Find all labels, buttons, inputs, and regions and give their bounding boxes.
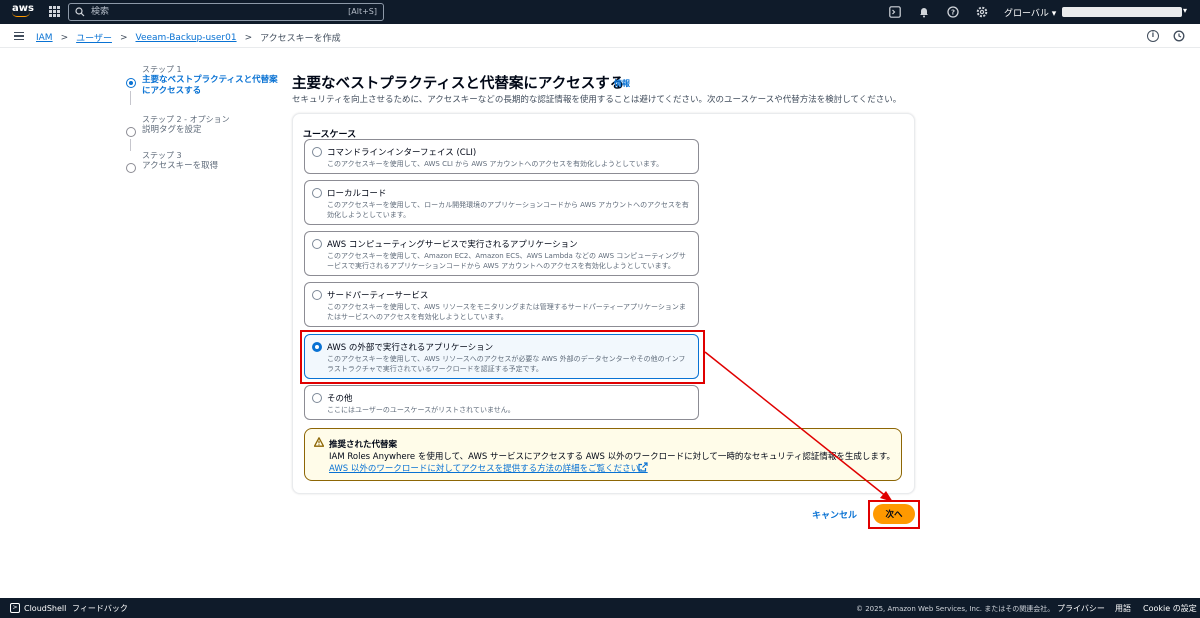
breadcrumb-current: アクセスキーを作成 [260, 34, 341, 44]
radio-button-selected[interactable] [312, 342, 322, 352]
account-menu[interactable] [1062, 7, 1182, 17]
svg-text:?: ? [951, 9, 955, 17]
radio-button[interactable] [312, 393, 322, 403]
chevron-right-icon: > [244, 32, 253, 43]
usecase-option-cli[interactable]: コマンドラインインターフェイス (CLI) このアクセスキーを使用して、AWS … [304, 139, 699, 174]
option-description: このアクセスキーを使用して、AWS リソースをモニタリングまたは管理するサードパ… [327, 303, 686, 321]
search-input[interactable] [91, 5, 331, 19]
footer: > CloudShell フィードバック © 2025, Amazon Web … [0, 598, 1200, 618]
terminal-icon: > [10, 603, 20, 613]
alert-body: IAM Roles Anywhere を使用して、AWS サービスにアクセスする… [329, 452, 896, 462]
recommended-alternative-alert: 推奨された代替案 IAM Roles Anywhere を使用して、AWS サー… [304, 428, 902, 481]
search-box[interactable]: [Alt+S] [68, 3, 384, 21]
account-caret-icon[interactable]: ▾ [1183, 6, 1187, 15]
aws-logo[interactable]: aws [12, 4, 34, 20]
copyright-text: © 2025, Amazon Web Services, Inc. またはその関… [856, 605, 1055, 613]
page-description: セキュリティを向上させるために、アクセスキーなどの長期的な認証情報を使用すること… [292, 95, 902, 105]
usecase-option-other[interactable]: その他 ここにはユーザーのユースケースがリストされていません。 [304, 385, 699, 420]
alert-link[interactable]: AWS 以外のワークロードに対してアクセスを提供する方法の詳細をご覧ください。 [329, 462, 648, 474]
radio-button[interactable] [312, 188, 322, 198]
wizard-steps: ステップ 1 主要なベストプラクティスと代替案にアクセスする ステップ 2 - … [124, 64, 284, 186]
step-number: ステップ 2 - オプション [142, 115, 230, 124]
region-selector[interactable]: グローバル ▾ [1004, 6, 1056, 19]
option-title: その他 [327, 394, 353, 404]
step-indicator-active [126, 78, 136, 88]
page-title: 主要なベストプラクティスと代替案にアクセスする [292, 76, 625, 92]
usecase-option-outside-aws[interactable]: AWS の外部で実行されるアプリケーション このアクセスキーを使用して、AWS … [304, 334, 699, 379]
step-title[interactable]: 主要なベストプラクティスと代替案にアクセスする [142, 75, 284, 97]
breadcrumb: IAM > ユーザー > Veeam-Backup-user01 > アクセスキ… [36, 31, 341, 45]
cookie-settings-link[interactable]: Cookie の設定 [1143, 603, 1197, 614]
step-3: ステップ 3 アクセスキーを取得 [124, 150, 284, 178]
help-icon[interactable]: ? [947, 6, 959, 18]
next-button[interactable]: 次へ [873, 504, 915, 524]
radio-button[interactable] [312, 239, 322, 249]
search-shortcut-hint: [Alt+S] [348, 7, 377, 16]
step-indicator [126, 127, 136, 137]
usecase-option-third-party[interactable]: サードパーティーサービス このアクセスキーを使用して、AWS リソースをモニタリ… [304, 282, 699, 327]
option-title: サードパーティーサービス [327, 291, 429, 301]
menu-icon[interactable] [14, 32, 24, 40]
usecase-option-compute[interactable]: AWS コンピューティングサービスで実行されるアプリケーション このアクセスキー… [304, 231, 699, 276]
chevron-right-icon: > [119, 32, 128, 43]
step-title: アクセスキーを取得 [142, 161, 219, 171]
breadcrumb-users[interactable]: ユーザー [76, 31, 112, 44]
option-description: ここにはユーザーのユースケースがリストされていません。 [327, 406, 515, 414]
step-number: ステップ 3 [142, 151, 182, 160]
option-description: このアクセスキーを使用して、Amazon EC2、Amazon ECS、AWS … [327, 252, 686, 270]
chevron-right-icon: > [60, 32, 69, 43]
alert-title: 推奨された代替案 [329, 440, 398, 450]
feedback-link[interactable]: フィードバック [72, 603, 128, 614]
step-indicator [126, 163, 136, 173]
radio-button[interactable] [312, 290, 322, 300]
breadcrumb-bar: IAM > ユーザー > Veeam-Backup-user01 > アクセスキ… [0, 24, 1200, 48]
settings-icon[interactable] [976, 6, 988, 18]
breadcrumb-iam[interactable]: IAM [36, 33, 53, 43]
option-title: ローカルコード [327, 189, 387, 199]
step-title: 説明タグを設定 [142, 125, 202, 135]
privacy-link[interactable]: プライバシー [1057, 603, 1105, 614]
top-navigation: aws [Alt+S] ? グローバル ▾ ▾ [0, 0, 1200, 24]
terminal-icon[interactable] [889, 6, 901, 18]
history-icon[interactable] [1173, 30, 1185, 42]
cancel-button[interactable]: キャンセル [812, 508, 857, 521]
info-link[interactable]: 情報 [614, 78, 630, 89]
option-description: このアクセスキーを使用して、AWS CLI から AWS アカウントへのアクセス… [327, 160, 664, 168]
bell-icon[interactable] [918, 6, 930, 18]
option-description: このアクセスキーを使用して、AWS リソースへのアクセスが必要な AWS 外部の… [327, 355, 686, 373]
option-title: コマンドラインインターフェイス (CLI) [327, 148, 477, 158]
breadcrumb-user[interactable]: Veeam-Backup-user01 [136, 33, 237, 43]
cloudshell-button[interactable]: > CloudShell [10, 603, 66, 613]
cloudshell-label: CloudShell [24, 603, 67, 613]
step-1: ステップ 1 主要なベストプラクティスと代替案にアクセスする [124, 64, 284, 106]
usecase-option-local-code[interactable]: ローカルコード このアクセスキーを使用して、ローカル開発環境のアプリケーションコ… [304, 180, 699, 225]
info-icon[interactable]: i [1147, 30, 1159, 42]
services-grid-icon[interactable] [49, 6, 60, 17]
aws-logo-text: aws [12, 3, 34, 14]
step-number: ステップ 1 [142, 65, 182, 74]
option-title: AWS コンピューティングサービスで実行されるアプリケーション [327, 240, 578, 250]
radio-button[interactable] [312, 147, 322, 157]
terms-link[interactable]: 用語 [1115, 603, 1131, 614]
option-description: このアクセスキーを使用して、ローカル開発環境のアプリケーションコードから AWS… [327, 201, 689, 219]
warning-icon [314, 437, 324, 447]
external-link-icon[interactable] [638, 462, 648, 472]
search-icon [75, 7, 85, 17]
step-2: ステップ 2 - オプション 説明タグを設定 [124, 114, 284, 151]
option-title: AWS の外部で実行されるアプリケーション [327, 343, 494, 353]
